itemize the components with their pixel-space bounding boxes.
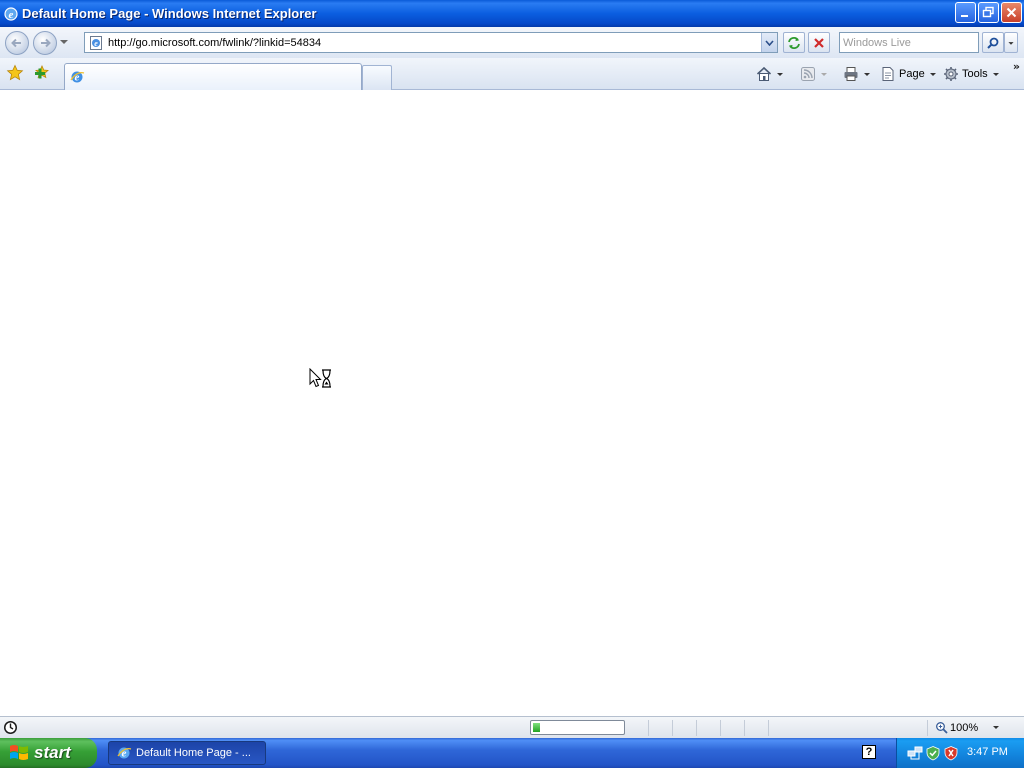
page-load-progress-bar [530,720,625,735]
search-options-dropdown[interactable] [1004,32,1018,53]
close-icon [1006,7,1017,18]
security-shield-icon[interactable] [925,745,941,761]
page-icon [882,67,894,81]
chevron-down-icon [1008,41,1014,45]
address-url[interactable]: http://go.microsoft.com/fwlink/?linkid=5… [108,37,321,49]
feeds-dropdown-caret[interactable] [821,72,827,76]
taskbar-item-label: Default Home Page - ... [136,747,251,759]
toolbar-overflow-chevron[interactable]: » [1013,60,1020,73]
address-dropdown-button[interactable] [761,33,777,52]
tools-menu-button[interactable]: Tools [943,64,999,84]
zoom-icon [936,722,948,734]
loading-icon [4,721,17,734]
status-divider [768,720,769,736]
home-button[interactable] [756,64,783,84]
home-icon [756,66,772,81]
help-icon[interactable]: ? [862,745,876,759]
recent-pages-dropdown[interactable] [58,31,70,55]
svg-text:e: e [9,9,14,21]
rss-feed-icon [801,67,815,81]
windows-security-alert-icon[interactable] [943,745,959,761]
close-button[interactable] [1001,2,1022,23]
status-divider [696,720,697,736]
restore-icon [982,6,994,18]
page-favicon-icon: e [90,35,102,50]
page-content[interactable] [0,91,1024,716]
gear-icon [944,67,958,81]
stop-icon [814,37,824,48]
forward-button[interactable] [33,30,57,55]
status-divider [927,720,928,736]
page-dropdown-caret[interactable] [929,72,936,76]
clock[interactable]: 3:47 PM [967,746,1008,758]
page-menu-label: Page [899,68,925,80]
stop-button[interactable] [808,32,830,53]
progress-fill [533,723,540,732]
navigation-bar: e http://go.microsoft.com/fwlink/?linkid… [0,27,1024,58]
zoom-level: 100% [950,721,979,734]
busy-cursor-icon [309,368,331,388]
screen: e Default Home Page - Windows Internet E… [0,0,1024,768]
search-input[interactable] [840,33,978,52]
restore-button[interactable] [978,2,999,23]
taskbar-item-internet-explorer[interactable]: e Default Home Page - ... [108,741,266,765]
new-tab-button[interactable] [362,65,392,90]
printer-icon [844,67,858,81]
window-title: Default Home Page - Windows Internet Exp… [22,6,317,21]
windows-logo-icon [10,745,28,760]
tools-menu-label: Tools [962,68,988,80]
back-button[interactable] [5,30,29,55]
home-dropdown-caret[interactable] [777,72,783,76]
title-bar[interactable]: e Default Home Page - Windows Internet E… [0,0,1024,27]
taskbar: start e Default Home Page - ... ? 3:47 P… [0,738,1024,768]
status-divider [648,720,649,736]
favorites-star-icon[interactable] [6,64,24,82]
tab-command-bar: e Page Tools » [0,58,1024,90]
back-arrow-icon [11,38,21,47]
tools-dropdown-caret[interactable] [992,72,999,76]
ie-logo-icon: e [4,6,18,21]
magnifier-icon [987,37,999,49]
status-divider [720,720,721,736]
minimize-icon [961,15,968,17]
window-controls [955,2,1022,23]
page-menu-button[interactable]: Page [880,64,936,84]
minimize-button[interactable] [955,2,976,23]
zoom-control[interactable]: 100% [935,721,978,734]
add-favorites-icon[interactable] [33,64,51,82]
ie-logo-icon: e [70,71,85,84]
chevron-down-icon [60,40,68,44]
search-box[interactable] [839,32,979,53]
svg-text:e: e [94,39,98,48]
address-bar[interactable]: e http://go.microsoft.com/fwlink/?linkid… [84,32,778,53]
start-label: start [34,743,71,762]
network-icon[interactable] [907,745,923,761]
zoom-dropdown-caret[interactable] [993,726,999,729]
status-divider [744,720,745,736]
forward-arrow-icon [41,38,51,47]
print-dropdown-caret[interactable] [864,72,870,76]
print-button[interactable] [843,64,870,84]
start-button[interactable]: start [0,738,97,768]
chevron-down-icon [765,39,774,46]
feeds-button[interactable] [800,64,827,84]
tab-default-home-page[interactable]: e [64,63,362,90]
ie-logo-icon: e [117,747,132,760]
status-divider [672,720,673,736]
search-button[interactable] [982,32,1004,53]
refresh-icon [788,36,800,49]
status-bar: 100% [0,716,1024,738]
refresh-button[interactable] [783,32,805,53]
